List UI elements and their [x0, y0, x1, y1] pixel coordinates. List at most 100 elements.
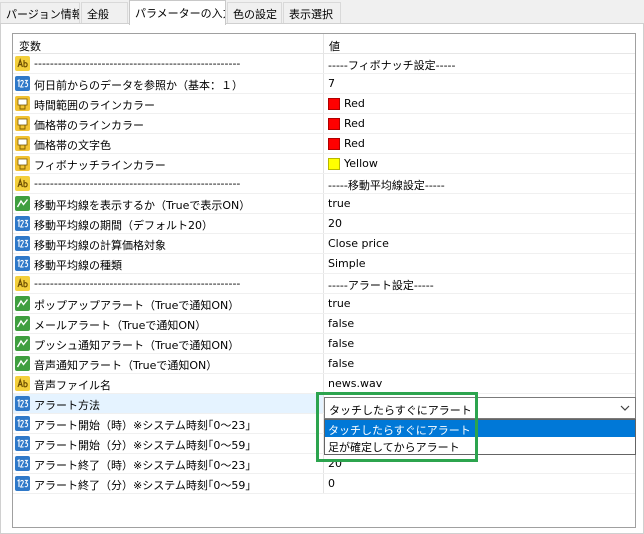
parameter-value: false	[328, 337, 355, 350]
text-param-icon	[15, 376, 30, 391]
parameter-name-cell[interactable]: 価格帯のラインカラー	[13, 114, 324, 133]
parameter-value: true	[328, 297, 351, 310]
number-param-icon	[15, 76, 30, 91]
parameter-value-cell[interactable]: 0	[325, 474, 635, 493]
parameter-value-cell[interactable]: -----移動平均線設定-----	[325, 174, 635, 193]
parameter-row[interactable]: 移動平均線を表示するか（Trueで表示ON） true	[13, 194, 635, 214]
parameter-name: メールアラート（Trueで通知ON）	[34, 319, 207, 332]
parameter-name-cell[interactable]: 時間範囲のラインカラー	[13, 94, 324, 113]
parameter-name-cell[interactable]: アラート開始（分）※システム時刻｢0〜59｣	[13, 434, 324, 453]
text-param-icon	[15, 276, 30, 291]
parameter-row[interactable]: 移動平均線の計算価格対象 Close price	[13, 234, 635, 254]
parameter-row[interactable]: 移動平均線の期間（デフォルト20） 20	[13, 214, 635, 234]
chevron-down-icon[interactable]	[619, 401, 631, 418]
parameter-name-cell[interactable]: 価格帯の文字色	[13, 134, 324, 153]
parameter-name: ----------------------------------------…	[34, 277, 241, 290]
parameter-value-cell[interactable]: Red	[325, 94, 635, 113]
parameter-name-cell[interactable]: フィボナッチラインカラー	[13, 154, 324, 173]
parameter-name-cell[interactable]: ポップアップアラート（Trueで通知ON）	[13, 294, 324, 313]
parameter-value-cell[interactable]: Red	[325, 134, 635, 153]
parameter-name-cell[interactable]: アラート終了（時）※システム時刻｢0〜23｣	[13, 454, 324, 473]
parameter-name-cell[interactable]: アラート方法	[13, 394, 324, 413]
parameter-name-cell[interactable]: ----------------------------------------…	[13, 274, 324, 293]
parameter-value: Red	[344, 97, 365, 110]
parameter-name: アラート方法	[34, 399, 100, 412]
parameter-row[interactable]: アラート終了（分）※システム時刻｢0〜59｣ 0	[13, 474, 635, 494]
parameter-row[interactable]: ----------------------------------------…	[13, 274, 635, 294]
parameter-name-cell[interactable]: 移動平均線の種類	[13, 254, 324, 273]
parameter-name: アラート終了（時）※システム時刻｢0〜23｣	[34, 459, 251, 472]
parameter-name-cell[interactable]: アラート終了（分）※システム時刻｢0〜59｣	[13, 474, 324, 493]
tab-bar: パージョン情報 全般 パラメーターの入力 色の設定 表示選択	[0, 0, 644, 25]
parameter-row[interactable]: フィボナッチラインカラー Yellow	[13, 154, 635, 174]
parameter-name-cell[interactable]: 移動平均線の計算価格対象	[13, 234, 324, 253]
parameter-name-cell[interactable]: プッシュ通知アラート（Trueで通知ON）	[13, 334, 324, 353]
parameter-row[interactable]: 時間範囲のラインカラー Red	[13, 94, 635, 114]
parameter-value: Yellow	[344, 157, 378, 170]
parameter-value-cell[interactable]: -----フィボナッチ設定-----	[325, 54, 635, 73]
number-param-icon	[15, 416, 30, 431]
parameter-value-cell[interactable]: Simple	[325, 254, 635, 273]
parameter-value-cell[interactable]: 7	[325, 74, 635, 93]
parameter-value-cell[interactable]: Close price	[325, 234, 635, 253]
parameter-row[interactable]: ----------------------------------------…	[13, 54, 635, 74]
parameter-name: ----------------------------------------…	[34, 57, 241, 70]
parameter-row[interactable]: ポップアップアラート（Trueで通知ON） true	[13, 294, 635, 314]
parameter-name: 何日前からのデータを参照か（基本：１）	[34, 79, 243, 92]
parameter-row[interactable]: 価格帯のラインカラー Red	[13, 114, 635, 134]
parameter-value: Red	[344, 137, 365, 150]
parameter-name-cell[interactable]: 移動平均線の期間（デフォルト20）	[13, 214, 324, 233]
parameter-name-cell[interactable]: 音声通知アラート（Trueで通知ON）	[13, 354, 324, 373]
parameter-name: フィボナッチラインカラー	[34, 159, 166, 172]
parameter-name-cell[interactable]: 何日前からのデータを参照か（基本：１）	[13, 74, 324, 93]
parameter-name-cell[interactable]: ----------------------------------------…	[13, 54, 324, 73]
parameter-name: プッシュ通知アラート（Trueで通知ON）	[34, 339, 240, 352]
text-param-icon	[15, 56, 30, 71]
parameter-row[interactable]: 音声通知アラート（Trueで通知ON） false	[13, 354, 635, 374]
parameter-value: Simple	[328, 257, 366, 270]
boolean-param-icon	[15, 296, 30, 311]
parameter-name-cell[interactable]: メールアラート（Trueで通知ON）	[13, 314, 324, 333]
parameter-row[interactable]: 移動平均線の種類 Simple	[13, 254, 635, 274]
parameter-row[interactable]: 価格帯の文字色 Red	[13, 134, 635, 154]
parameter-value-cell[interactable]: 20	[325, 214, 635, 233]
tab-version-info[interactable]: パージョン情報	[0, 2, 80, 24]
color-param-icon	[15, 116, 30, 131]
parameter-value-cell[interactable]: true	[325, 294, 635, 313]
parameter-value: Red	[344, 117, 365, 130]
color-swatch	[328, 158, 340, 170]
parameter-value-cell[interactable]: -----アラート設定-----	[325, 274, 635, 293]
tab-label: 色の設定	[233, 8, 277, 21]
number-param-icon	[15, 236, 30, 251]
parameter-name-cell[interactable]: アラート開始（時）※システム時刻｢0〜23｣	[13, 414, 324, 433]
parameter-value-cell[interactable]: Red	[325, 114, 635, 133]
number-param-icon	[15, 476, 30, 491]
tab-general[interactable]: 全般	[81, 2, 128, 24]
number-param-icon	[15, 256, 30, 271]
parameter-name-cell[interactable]: 音声ファイル名	[13, 374, 324, 393]
tab-parameters[interactable]: パラメーターの入力	[129, 0, 226, 25]
parameter-name: 音声ファイル名	[34, 379, 111, 392]
parameter-value-cell[interactable]: false	[325, 354, 635, 373]
parameter-value-cell[interactable]: true	[325, 194, 635, 213]
tab-color-settings[interactable]: 色の設定	[227, 2, 282, 24]
parameter-row[interactable]: メールアラート（Trueで通知ON） false	[13, 314, 635, 334]
parameter-value: false	[328, 357, 355, 370]
parameter-value-cell[interactable]: false	[325, 314, 635, 333]
parameter-row[interactable]: プッシュ通知アラート（Trueで通知ON） false	[13, 334, 635, 354]
parameter-value-cell[interactable]: Yellow	[325, 154, 635, 173]
parameter-value: 7	[328, 77, 335, 90]
parameter-value: false	[328, 317, 355, 330]
parameter-value-cell[interactable]: false	[325, 334, 635, 353]
parameter-row[interactable]: 音声ファイル名 news.wav	[13, 374, 635, 394]
parameter-row[interactable]: 何日前からのデータを参照か（基本：１） 7	[13, 74, 635, 94]
parameter-row[interactable]: ----------------------------------------…	[13, 174, 635, 194]
parameter-name-cell[interactable]: 移動平均線を表示するか（Trueで表示ON）	[13, 194, 324, 213]
parameter-name: アラート開始（分）※システム時刻｢0〜59｣	[34, 439, 251, 452]
number-param-icon	[15, 396, 30, 411]
parameter-value-cell[interactable]: news.wav	[325, 374, 635, 393]
number-param-icon	[15, 436, 30, 451]
parameter-value: -----アラート設定-----	[328, 279, 434, 292]
parameter-name-cell[interactable]: ----------------------------------------…	[13, 174, 324, 193]
tab-display-selection[interactable]: 表示選択	[283, 2, 341, 24]
